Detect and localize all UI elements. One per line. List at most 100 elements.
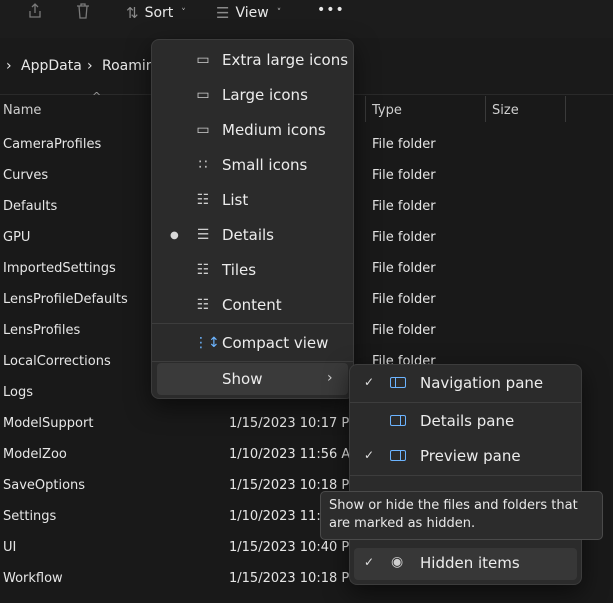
view-label: View xyxy=(235,5,269,21)
column-header-type[interactable]: Type xyxy=(372,103,402,118)
file-row-type: File folder xyxy=(372,261,436,276)
menu-item-small-icons[interactable]: ∷ Small icons xyxy=(152,148,353,182)
hidden-items-icon: ◉ xyxy=(391,554,404,570)
menu-separator xyxy=(350,475,581,476)
file-row-type: File folder xyxy=(372,199,436,214)
share-icon[interactable] xyxy=(26,2,44,24)
view-menu: ▭ Extra large icons ▭ Large icons ▭ Medium ic… xyxy=(151,39,354,399)
menu-item-content[interactable]: ☷ Content xyxy=(152,288,353,322)
file-row-name[interactable]: GPU xyxy=(3,230,30,245)
menu-separator xyxy=(152,361,353,362)
sort-icon: ⇅ xyxy=(126,4,139,22)
checkmark-icon: ✓ xyxy=(364,555,375,569)
sort-ascending-icon: ^ xyxy=(92,90,102,103)
file-row-name[interactable]: LensProfileDefaults xyxy=(3,292,128,307)
chevron-down-icon: ˅ xyxy=(276,8,282,18)
file-row-name[interactable]: Curves xyxy=(3,168,48,183)
menu-item-label: Content xyxy=(222,296,282,314)
preview-pane-icon xyxy=(390,450,406,461)
chevron-right-icon: › xyxy=(327,370,333,386)
menu-item-label: Large icons xyxy=(222,86,308,104)
file-row-name[interactable]: CameraProfiles xyxy=(3,137,101,152)
small-icons-icon: ∷ xyxy=(198,157,208,173)
tooltip: Show or hide the files and folders that … xyxy=(320,491,603,540)
details-icon: ☰ xyxy=(196,227,210,243)
file-row-name[interactable]: LocalCorrections xyxy=(3,354,111,369)
file-row-date: 1/10/2023 11:56 A xyxy=(229,447,351,462)
file-row-name[interactable]: Defaults xyxy=(3,199,57,214)
large-icons-icon: ▭ xyxy=(196,87,210,103)
file-row-name[interactable]: Settings xyxy=(3,509,56,524)
extra-large-icons-icon: ▭ xyxy=(196,52,210,68)
view-icon: ☰ xyxy=(216,4,230,22)
file-row-name[interactable]: Logs xyxy=(3,385,33,400)
menu-item-compact-view[interactable]: ⋮↕ Compact view xyxy=(152,326,353,360)
file-row-type: File folder xyxy=(372,137,436,152)
column-header-size[interactable]: Size xyxy=(492,103,519,118)
navigation-pane-icon xyxy=(390,377,406,388)
column-divider[interactable] xyxy=(365,96,366,122)
list-icon: ☷ xyxy=(196,192,210,208)
show-submenu: ✓ Navigation pane Details pane ✓ Preview… xyxy=(349,364,582,585)
submenu-item-label: Hidden items xyxy=(420,554,520,572)
menu-item-label: Small icons xyxy=(222,156,308,174)
file-row-type: File folder xyxy=(372,323,436,338)
file-row-name[interactable]: UI xyxy=(3,540,16,555)
menu-item-label: Show xyxy=(222,370,263,388)
delete-icon[interactable] xyxy=(74,2,92,24)
breadcrumb-chevron-icon: › xyxy=(6,58,12,74)
tiles-icon: ☷ xyxy=(196,262,210,278)
file-row-name[interactable]: LensProfiles xyxy=(3,323,80,338)
file-row-type: File folder xyxy=(372,292,436,307)
selected-bullet-icon: ● xyxy=(170,229,179,241)
file-row-name[interactable]: ImportedSettings xyxy=(3,261,116,276)
checkmark-icon: ✓ xyxy=(364,448,375,462)
file-row-name[interactable]: Workflow xyxy=(3,571,63,586)
file-row-name[interactable]: ModelSupport xyxy=(3,416,93,431)
menu-item-label: Tiles xyxy=(222,261,257,279)
chevron-down-icon: ˅ xyxy=(181,8,186,18)
checkmark-icon: ✓ xyxy=(364,375,375,389)
menu-item-label: Details xyxy=(222,226,275,244)
file-row-type: File folder xyxy=(372,230,436,245)
menu-item-details[interactable]: ● ☰ Details xyxy=(152,218,353,252)
submenu-item-details-pane[interactable]: Details pane xyxy=(350,405,581,439)
file-row-type: File folder xyxy=(372,168,436,183)
menu-separator xyxy=(152,323,353,324)
menu-item-tiles[interactable]: ☷ Tiles xyxy=(152,253,353,287)
file-row-name[interactable]: ModelZoo xyxy=(3,447,67,462)
menu-item-show-row[interactable]: Show › xyxy=(152,363,353,395)
content-icon: ☷ xyxy=(196,297,210,313)
file-row-name[interactable]: SaveOptions xyxy=(3,478,85,493)
submenu-item-hidden-items[interactable]: ✓ ◉ Hidden items xyxy=(350,547,581,581)
sort-button[interactable]: ⇅ Sort ˅ xyxy=(126,4,186,22)
menu-item-label: Compact view xyxy=(222,334,329,352)
submenu-item-label: Details pane xyxy=(420,412,515,430)
column-divider[interactable] xyxy=(485,96,486,122)
submenu-item-navigation-pane[interactable]: ✓ Navigation pane xyxy=(350,367,581,401)
menu-item-medium-icons[interactable]: ▭ Medium icons xyxy=(152,113,353,147)
view-button[interactable]: ☰ View ˅ xyxy=(216,4,281,22)
submenu-item-label: Preview pane xyxy=(420,447,521,465)
sort-label: Sort xyxy=(144,5,174,21)
breadcrumb-appdata[interactable]: AppData xyxy=(21,58,82,74)
menu-item-label: Medium icons xyxy=(222,121,326,139)
breadcrumb-chevron-icon: › xyxy=(87,58,93,74)
menu-item-label: Extra large icons xyxy=(222,51,349,69)
file-row-date: 1/15/2023 10:18 PM xyxy=(229,571,361,586)
more-options-button[interactable]: ••• xyxy=(317,2,345,18)
column-divider[interactable] xyxy=(565,96,566,122)
menu-item-list[interactable]: ☷ List xyxy=(152,183,353,217)
menu-item-extra-large-icons[interactable]: ▭ Extra large icons xyxy=(152,43,353,77)
file-row-date: 1/15/2023 10:17 PM xyxy=(229,416,361,431)
menu-item-large-icons[interactable]: ▭ Large icons xyxy=(152,78,353,112)
menu-item-label: List xyxy=(222,191,249,209)
menu-separator xyxy=(350,402,581,403)
column-header-name[interactable]: Name xyxy=(3,103,41,118)
submenu-item-label: Navigation pane xyxy=(420,374,544,392)
submenu-item-preview-pane[interactable]: ✓ Preview pane xyxy=(350,440,581,474)
file-row-date: 1/15/2023 10:40 P xyxy=(229,540,350,555)
medium-icons-icon: ▭ xyxy=(196,122,210,138)
file-row-date: 1/10/2023 11:5 xyxy=(229,509,329,524)
details-pane-icon xyxy=(390,415,406,426)
